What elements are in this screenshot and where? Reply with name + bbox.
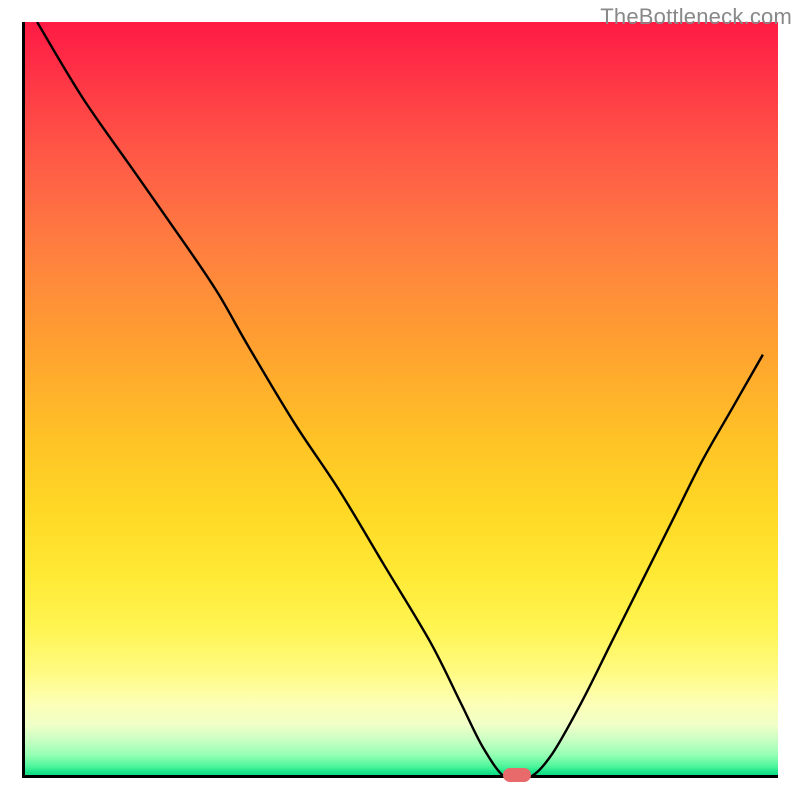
curve-svg <box>22 22 778 778</box>
optimum-marker <box>503 768 531 782</box>
chart-container: TheBottleneck.com <box>0 0 800 800</box>
plot-area <box>22 22 778 778</box>
watermark-text: TheBottleneck.com <box>600 4 792 30</box>
bottleneck-curve-path <box>37 22 763 778</box>
